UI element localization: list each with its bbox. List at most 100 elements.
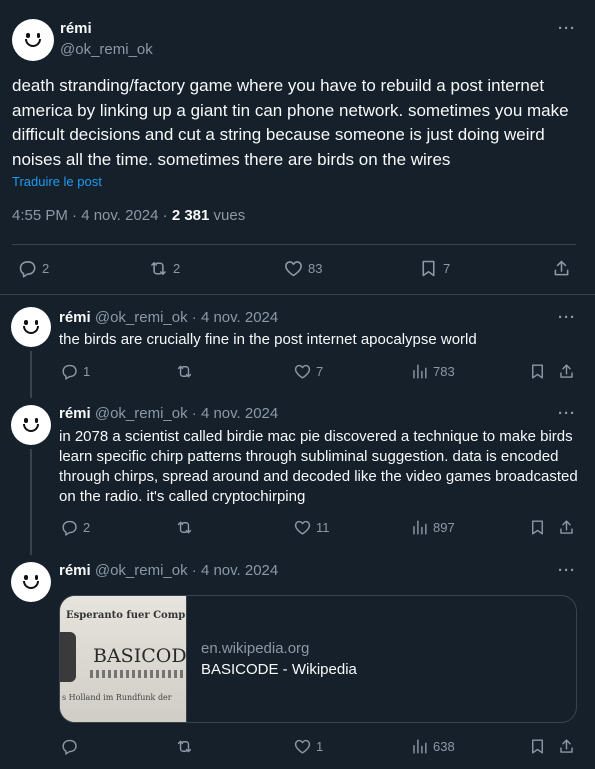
repost-button[interactable]: [175, 737, 194, 756]
smiley-avatar-icon: [23, 33, 43, 47]
bookmark-button[interactable]: [528, 362, 547, 381]
bookmark-button[interactable]: [528, 737, 547, 756]
thread-line: [30, 351, 32, 398]
reply-icon: [62, 739, 77, 755]
bookmark-button[interactable]: 7: [418, 258, 450, 279]
author-name[interactable]: rémi: [59, 309, 91, 326]
author-name[interactable]: rémi: [59, 405, 91, 422]
link-domain: en.wikipedia.org: [201, 640, 310, 657]
post-date[interactable]: · 4 nov. 2024: [192, 405, 278, 422]
like-count: 1: [316, 739, 324, 754]
repost-button[interactable]: [175, 362, 194, 381]
reply-count: 2: [83, 520, 91, 535]
link-preview-image: Esperanto fuer Comp BASICODE s Holland i…: [60, 596, 187, 722]
more-options-icon[interactable]: ···: [558, 20, 576, 37]
repost-icon: [177, 521, 192, 534]
more-options-icon[interactable]: ···: [558, 309, 576, 326]
heart-icon: [294, 520, 311, 535]
reply-icon: [62, 364, 77, 380]
preview-image-text: BASICODE: [93, 645, 187, 667]
author-handle[interactable]: @ok_remi_ok: [95, 309, 188, 326]
avatar[interactable]: [11, 405, 51, 445]
translate-link[interactable]: Traduire le post: [12, 174, 102, 189]
author-name[interactable]: rémi: [59, 562, 91, 579]
repost-count: 2: [173, 261, 181, 276]
reply-header: rémi @ok_remi_ok · 4 nov. 2024: [59, 309, 278, 326]
author-handle[interactable]: @ok_remi_ok: [60, 41, 153, 58]
reply-button[interactable]: 2: [60, 518, 90, 537]
like-count: 11: [316, 520, 330, 535]
views-button[interactable]: 783: [410, 362, 455, 381]
share-icon: [560, 520, 573, 534]
view-count: 2 381: [171, 207, 210, 224]
like-button[interactable]: 7: [293, 362, 323, 381]
repost-icon: [177, 740, 192, 753]
like-count: 7: [316, 364, 324, 379]
reply-count: 1: [83, 364, 91, 379]
avatar[interactable]: [12, 19, 54, 61]
preview-image-decoration: [90, 670, 185, 678]
post-timestamp[interactable]: 4:55 PM · 4 nov. 2024 ·: [12, 207, 172, 224]
bookmark-count: 7: [443, 261, 451, 276]
bookmark-icon: [532, 520, 543, 535]
share-icon: [560, 739, 573, 753]
link-preview-card[interactable]: Esperanto fuer Comp BASICODE s Holland i…: [59, 595, 577, 723]
reply-header: rémi @ok_remi_ok · 4 nov. 2024: [59, 405, 278, 422]
analytics-icon: [413, 520, 427, 535]
avatar[interactable]: [11, 307, 51, 347]
smiley-avatar-icon: [21, 418, 41, 432]
preview-image-text: Esperanto fuer Comp: [66, 610, 186, 621]
analytics-icon: [413, 364, 427, 379]
reply-count: 2: [42, 261, 50, 276]
reply-button[interactable]: 1: [60, 362, 90, 381]
bookmark-icon: [532, 364, 543, 379]
like-button[interactable]: 83: [283, 258, 322, 279]
bookmark-icon: [532, 739, 543, 754]
preview-image-decoration: [60, 632, 76, 682]
view-count: 783: [433, 364, 455, 379]
view-count: 897: [433, 520, 455, 535]
author-name[interactable]: rémi: [60, 20, 92, 37]
reply-button[interactable]: [60, 737, 79, 756]
post-date[interactable]: · 4 nov. 2024: [192, 309, 278, 326]
like-count: 83: [308, 261, 323, 276]
repost-button[interactable]: [175, 518, 194, 537]
more-options-icon[interactable]: ···: [558, 405, 576, 422]
thread-line: [30, 449, 32, 555]
share-button[interactable]: [551, 258, 572, 279]
divider: [12, 244, 576, 245]
reply-text: in 2078 a scientist called birdie mac pi…: [59, 428, 578, 505]
smiley-avatar-icon: [21, 575, 41, 589]
reply-icon: [19, 261, 36, 278]
reply-header: rémi @ok_remi_ok · 4 nov. 2024: [59, 562, 278, 579]
repost-icon: [177, 365, 192, 378]
share-button[interactable]: [557, 518, 576, 537]
heart-icon: [294, 739, 311, 754]
smiley-avatar-icon: [21, 320, 41, 334]
repost-icon: [151, 262, 166, 275]
preview-image-text: s Holland im Rundfunk der: [62, 693, 172, 702]
more-options-icon[interactable]: ···: [558, 562, 576, 579]
bookmark-icon: [422, 260, 435, 277]
author-handle[interactable]: @ok_remi_ok: [95, 405, 188, 422]
share-icon: [554, 260, 569, 276]
repost-button[interactable]: 2: [148, 258, 180, 279]
reply-text: the birds are crucially fine in the post…: [59, 331, 477, 348]
views-button[interactable]: 638: [410, 737, 455, 756]
divider: [0, 294, 595, 295]
heart-icon: [294, 364, 311, 379]
reply-button[interactable]: 2: [17, 258, 49, 279]
share-button[interactable]: [557, 737, 576, 756]
like-button[interactable]: 11: [293, 518, 330, 537]
avatar[interactable]: [11, 562, 51, 602]
share-button[interactable]: [557, 362, 576, 381]
views-button[interactable]: 897: [410, 518, 455, 537]
like-button[interactable]: 1: [293, 737, 323, 756]
link-preview-body: en.wikipedia.org BASICODE - Wikipedia: [187, 596, 357, 722]
bookmark-button[interactable]: [528, 518, 547, 537]
post-date[interactable]: · 4 nov. 2024: [192, 562, 278, 579]
post-text: death stranding/factory game where you h…: [12, 76, 569, 169]
author-handle[interactable]: @ok_remi_ok: [95, 562, 188, 579]
heart-icon: [285, 261, 302, 277]
share-icon: [560, 364, 573, 378]
